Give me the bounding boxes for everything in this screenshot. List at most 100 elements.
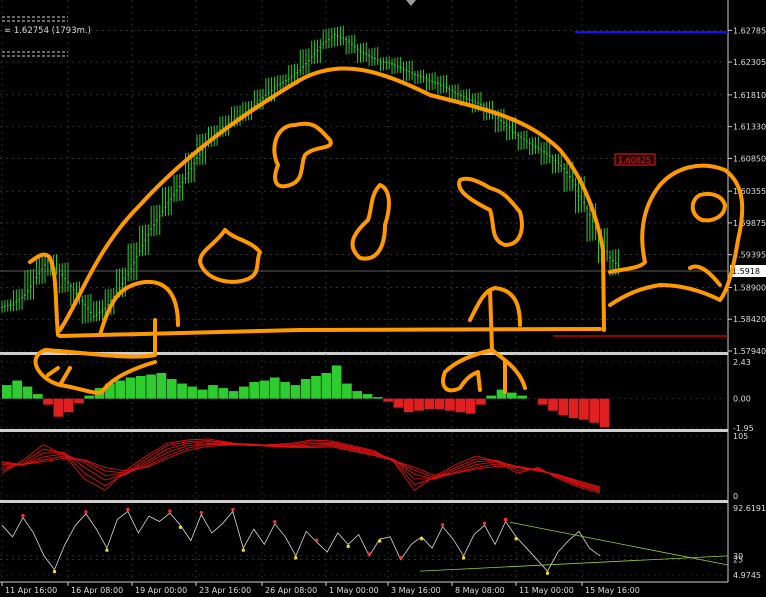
- ribbon-lines: [1, 438, 601, 494]
- time-tick-label: 3 May 16:00: [391, 586, 441, 595]
- price-grid: [0, 0, 728, 582]
- histogram-bar: [43, 398, 53, 405]
- ribbon-tick-label: 105: [733, 432, 748, 441]
- ribbon-series-line: [1, 444, 601, 489]
- histogram-bar: [300, 379, 311, 399]
- histogram-bar: [166, 379, 177, 399]
- histogram-bar: [84, 395, 95, 399]
- oscillator-peak-marker: [84, 510, 88, 514]
- price-tick-label: 1.60850: [733, 154, 766, 163]
- histogram-bar: [311, 376, 321, 399]
- oscillator-axis: 92.619130254.9745: [733, 504, 766, 580]
- oscillator-trough-marker: [546, 571, 550, 575]
- oscillator-peak-marker: [399, 556, 403, 560]
- drawing-left-tail[interactable]: [28, 252, 60, 337]
- freehand-drawing[interactable]: [28, 66, 745, 395]
- time-tick-label: 8 May 08:00: [455, 586, 505, 595]
- histogram-bar: [445, 398, 455, 411]
- histogram-bar: [434, 398, 445, 410]
- oscillator-peak-marker: [315, 538, 319, 542]
- histogram-bar: [403, 398, 414, 413]
- price-tick-label: 1.61330: [733, 123, 766, 132]
- price-tick-label: 1.62305: [733, 58, 766, 67]
- drawing-hill-outline[interactable]: [58, 66, 606, 332]
- histogram-bar: [74, 398, 84, 404]
- time-tick-label: 23 Apr 16:00: [199, 586, 251, 595]
- ribbon-axis: 105 0: [733, 432, 748, 501]
- histogram-bar: [53, 398, 64, 417]
- price-axis: 1.627851.623051.618101.613301.608501.603…: [728, 26, 766, 356]
- oscillator-tick-label: 4.9745: [733, 571, 761, 580]
- histogram-bar: [579, 398, 589, 420]
- ribbon-series-line: [1, 442, 601, 490]
- oscillator-trendline-lower: [419, 555, 729, 572]
- oscillator-trough-marker: [105, 548, 109, 552]
- oscillator-peak-marker: [441, 523, 445, 527]
- drawing-eye[interactable]: [690, 191, 727, 223]
- time-tick-label: 19 Apr 00:00: [135, 586, 187, 595]
- drawing-left-hump[interactable]: [98, 279, 180, 337]
- drawing-spot-3[interactable]: [350, 183, 391, 261]
- chart-shift-marker[interactable]: [406, 0, 416, 6]
- price-tick-label: 1.59875: [733, 219, 766, 228]
- time-tick-label: 15 May 16:00: [585, 586, 640, 595]
- histogram-axis: 2.430.00-1.95: [733, 358, 754, 433]
- histogram-bar: [352, 391, 363, 399]
- oscillator-tick-label: 25: [733, 556, 743, 565]
- pending-price-label: 1.60825: [618, 156, 651, 165]
- histogram-bar: [589, 398, 600, 423]
- price-tick-label: 1.57940: [733, 347, 766, 356]
- price-tick-label: 1.61810: [733, 91, 766, 100]
- time-axis: 11 Apr 16:00 16 Apr 08:00 19 Apr 00:00 23 A…: [1, 582, 640, 595]
- drawing-head[interactable]: [608, 163, 745, 307]
- panel-separator-2[interactable]: [0, 429, 728, 432]
- drawing-spot-4[interactable]: [457, 176, 524, 247]
- drawing-spot-2[interactable]: [198, 228, 262, 284]
- histogram-bar: [414, 398, 424, 411]
- histogram-bar: [187, 386, 198, 399]
- oscillator-trough-marker: [294, 556, 298, 560]
- histogram-bar: [465, 398, 476, 414]
- oscillator-peak-marker: [21, 514, 25, 518]
- oscillator-trough-marker: [378, 539, 382, 543]
- histogram-bar: [177, 383, 187, 399]
- oscillator-tick-label: 92.6191: [733, 504, 766, 513]
- price-tick-label: 1.58420: [733, 315, 766, 324]
- oscillator-lines: [1, 508, 729, 575]
- histogram-bar: [362, 394, 373, 399]
- ribbon-series-line: [1, 440, 601, 492]
- histogram-bar: [115, 380, 126, 399]
- histogram-bar: [424, 398, 435, 410]
- drawing-mouth[interactable]: [688, 264, 722, 287]
- drawing-spot-1[interactable]: [272, 121, 333, 189]
- oscillator-trendline-upper: [509, 521, 729, 566]
- histogram-bar: [63, 398, 74, 413]
- oscillator-trough-marker: [52, 570, 56, 574]
- drawing-base-line[interactable]: [58, 327, 602, 338]
- histogram-bar: [208, 385, 218, 399]
- oscillator-trough-marker: [420, 537, 424, 541]
- ribbon-grid: [0, 435, 728, 497]
- oscillator-peak-marker: [168, 509, 172, 513]
- histogram-bar: [2, 385, 12, 399]
- histogram-bar: [197, 389, 208, 399]
- candlesticks: [1, 25, 620, 324]
- histogram-bar: [125, 377, 136, 399]
- oscillator-peak-marker: [126, 508, 130, 512]
- histogram-bar: [269, 377, 280, 399]
- panel-separator-3[interactable]: [0, 500, 728, 503]
- histogram-bar: [476, 398, 486, 405]
- histogram-bar: [568, 398, 579, 419]
- time-tick-label: 11 May 00:00: [519, 586, 574, 595]
- histogram-bar: [393, 398, 404, 408]
- histogram-bar: [372, 397, 383, 399]
- histogram-bar: [32, 394, 43, 399]
- histogram-bar: [12, 380, 23, 399]
- time-tick-label: 26 Apr 08:00: [265, 586, 317, 595]
- histogram-tick-label: 2.43: [733, 358, 751, 367]
- histogram-bar: [548, 398, 558, 411]
- oscillator-peak-marker: [483, 521, 487, 525]
- time-tick-label: 16 Apr 08:00: [71, 586, 123, 595]
- histogram-bar: [156, 373, 167, 399]
- drawing-right-leg[interactable]: [441, 286, 527, 394]
